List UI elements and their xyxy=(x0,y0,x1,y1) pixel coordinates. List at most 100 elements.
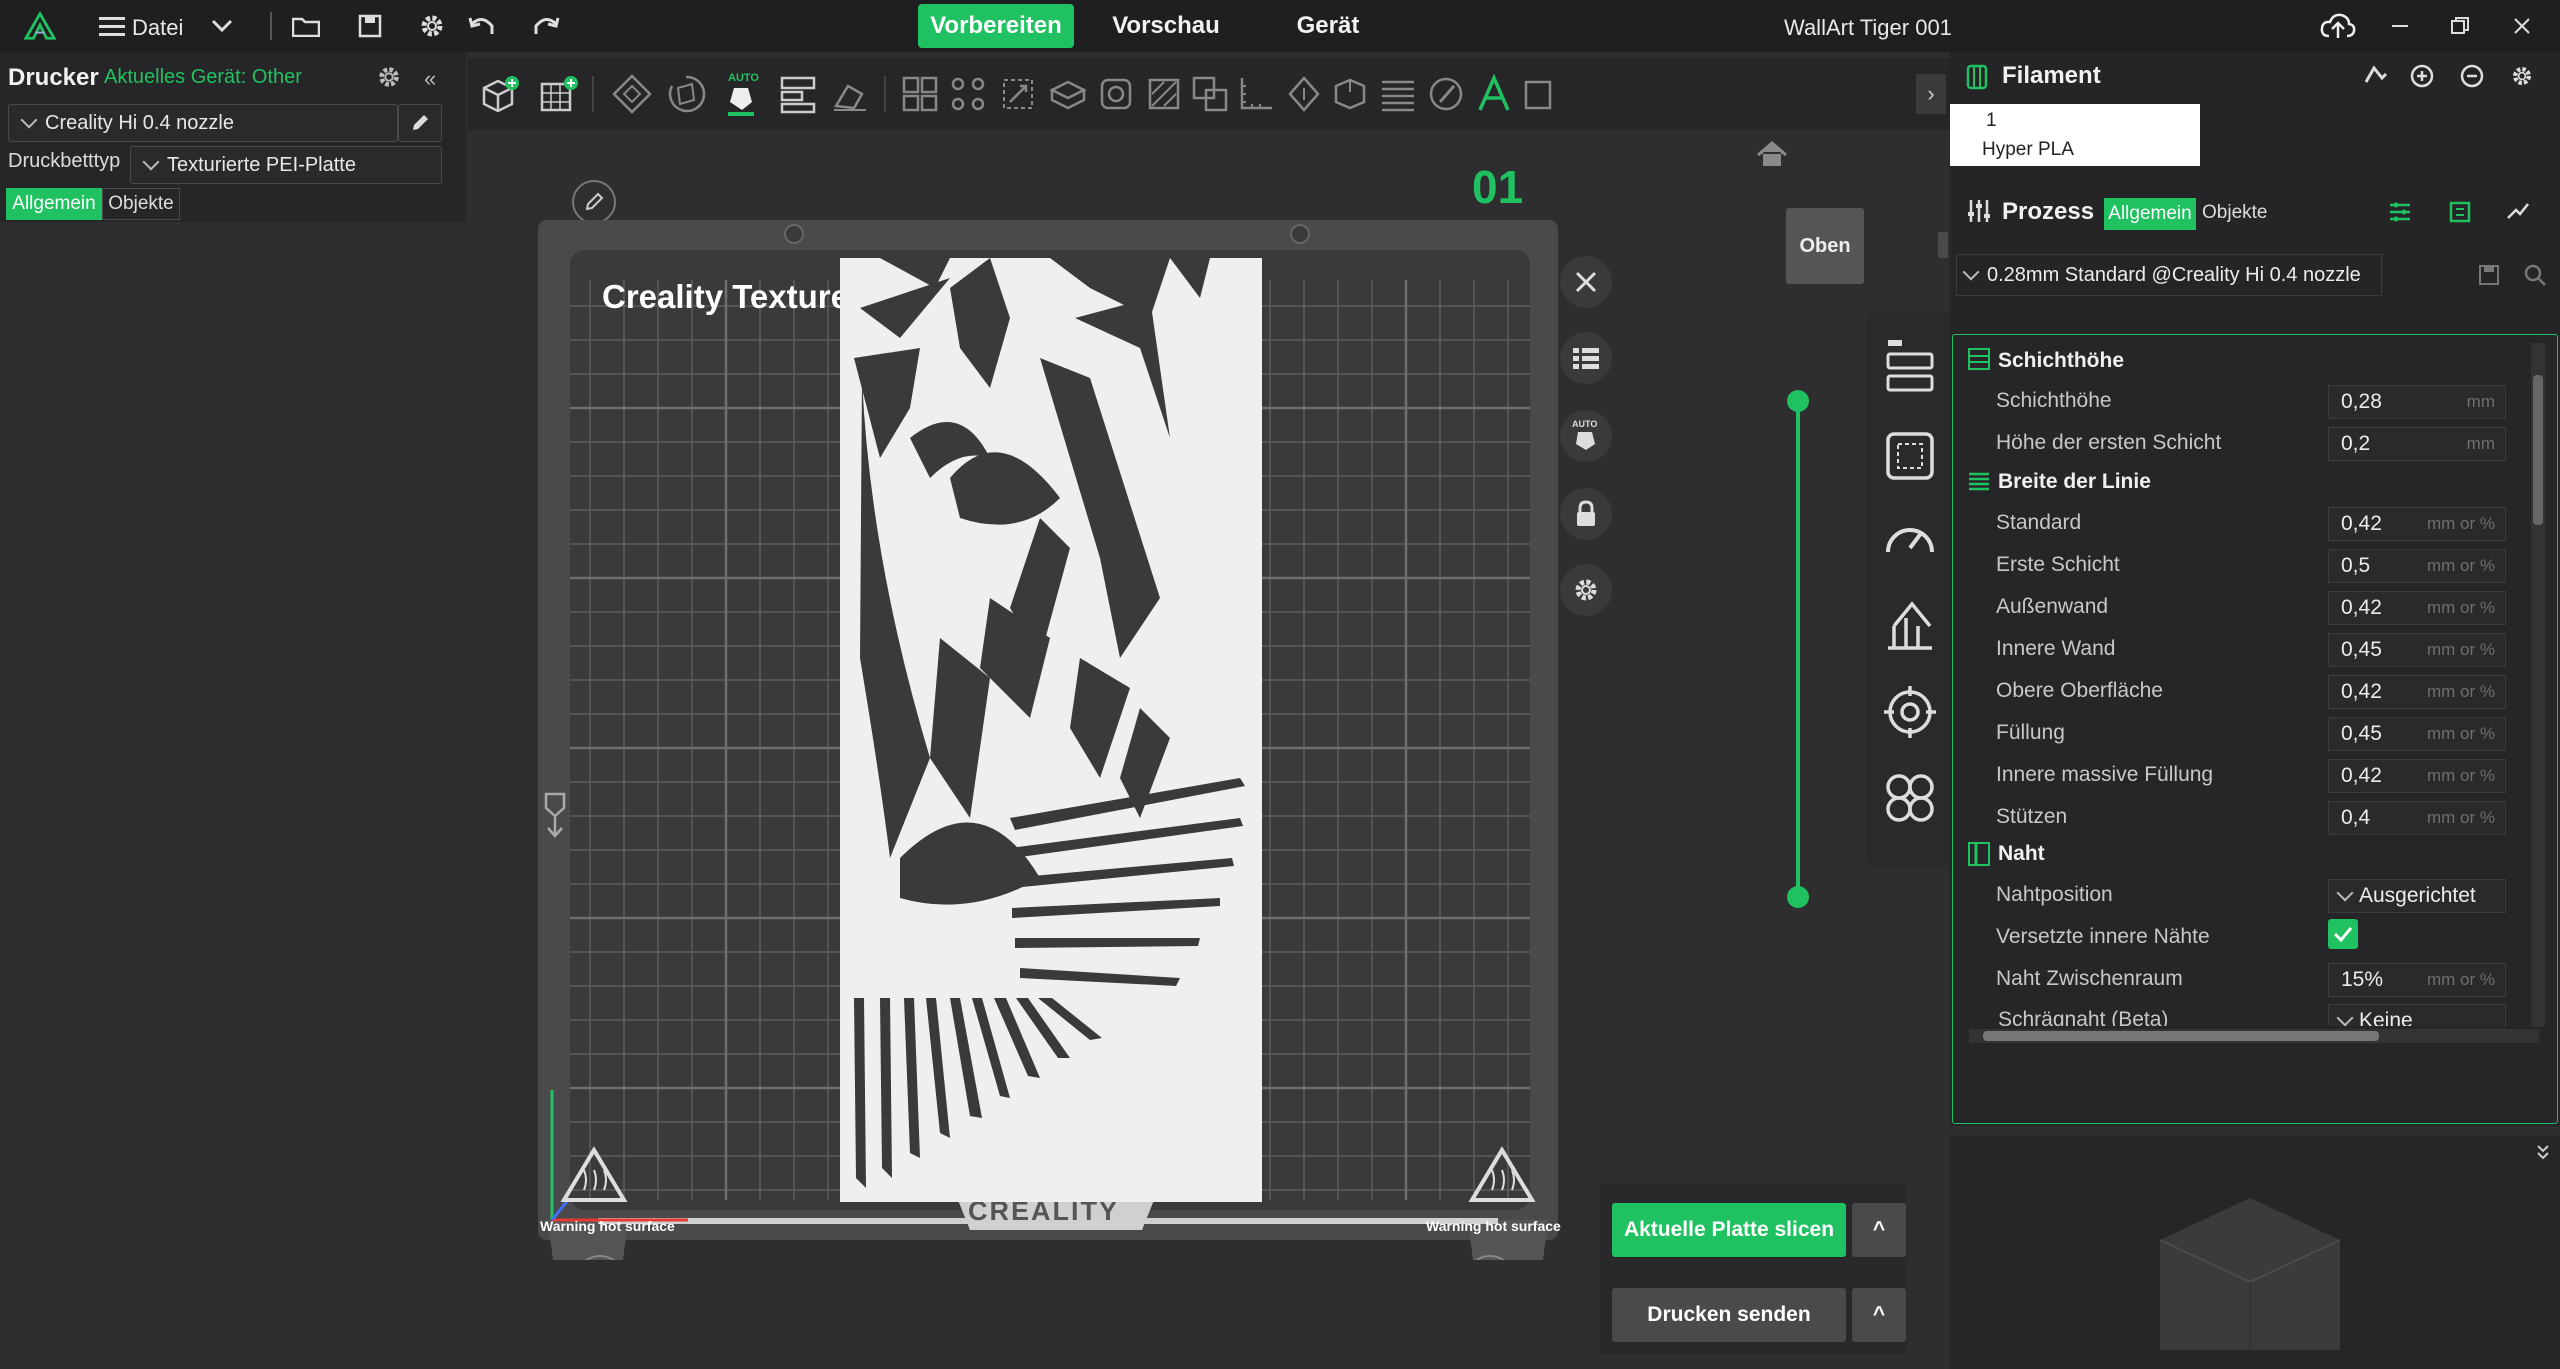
hamburger-menu-icon[interactable] xyxy=(96,10,128,42)
auto-arrange-plate-button[interactable]: AUTO xyxy=(1560,410,1612,462)
view-top-button[interactable]: Oben xyxy=(1786,208,1864,284)
hollow-icon[interactable] xyxy=(1090,68,1142,120)
remove-filament-icon[interactable] xyxy=(2460,64,2484,93)
variable-layer-icon[interactable] xyxy=(1372,68,1424,120)
text-tool-icon[interactable] xyxy=(1468,68,1520,120)
erase-icon[interactable] xyxy=(824,68,876,120)
line-width-inner-wall-input[interactable]: 0,45 mm or % xyxy=(2328,633,2506,667)
add-filament-icon[interactable] xyxy=(2410,64,2434,93)
open-folder-icon[interactable] xyxy=(290,10,322,42)
arrange-icon[interactable] xyxy=(772,68,824,120)
printer-settings-gear-icon[interactable] xyxy=(376,64,402,95)
quality-category-icon[interactable] xyxy=(1882,336,1938,401)
line-width-top-surface-input[interactable]: 0,42 mm or % xyxy=(2328,675,2506,709)
advanced-category-icon[interactable] xyxy=(1882,770,1938,831)
layer-slider-bottom-handle[interactable] xyxy=(1787,886,1809,908)
layer-height-input[interactable]: 0,28 mm xyxy=(2328,385,2506,419)
tab-vorschau[interactable]: Vorschau xyxy=(1100,4,1232,48)
cloud-upload-icon[interactable] xyxy=(2320,10,2356,42)
slice-plate-button[interactable]: Aktuelle Platte slicen xyxy=(1612,1203,1846,1257)
close-plate-button[interactable] xyxy=(1560,256,1612,308)
layer-slider-track[interactable] xyxy=(1796,400,1800,896)
tab-geraet[interactable]: Gerät xyxy=(1270,4,1386,48)
edit-plate-icon[interactable] xyxy=(572,180,616,224)
plate-settings-button[interactable] xyxy=(1560,564,1612,616)
auto-orient-icon[interactable] xyxy=(660,68,712,120)
others-category-icon[interactable] xyxy=(1882,684,1938,745)
cut-icon[interactable] xyxy=(1042,68,1094,120)
line-width-default-input[interactable]: 0,42 mm or % xyxy=(2328,507,2506,541)
undo-icon[interactable] xyxy=(466,10,498,42)
send-print-button[interactable]: Drucken senden xyxy=(1612,1288,1846,1342)
process-preset-select[interactable]: 0.28mm Standard @Creality Hi 0.4 nozzle xyxy=(1956,254,2382,296)
process-tab-objects[interactable]: Objekte xyxy=(2202,202,2267,224)
printer-tab-general[interactable]: Allgemein xyxy=(6,188,102,220)
scale-icon[interactable] xyxy=(992,68,1044,120)
creality-logo[interactable] xyxy=(24,10,56,42)
tab-vorbereiten[interactable]: Vorbereiten xyxy=(918,4,1074,48)
file-menu[interactable]: Datei xyxy=(132,15,183,41)
process-advanced-icon[interactable] xyxy=(2506,200,2530,229)
save-preset-icon[interactable] xyxy=(2478,264,2500,291)
layer-slider-top-handle[interactable] xyxy=(1787,390,1809,412)
process-tab-general[interactable]: Allgemein xyxy=(2104,198,2196,230)
assembly-icon[interactable] xyxy=(1324,68,1376,120)
save-icon[interactable] xyxy=(354,10,386,42)
scarf-seam-select[interactable]: Keine xyxy=(2328,1004,2506,1026)
send-options-button[interactable]: ^ xyxy=(1852,1288,1906,1342)
chevron-down-icon[interactable] xyxy=(206,10,238,42)
settings-scrollbar-thumb[interactable] xyxy=(2533,375,2543,525)
speed-category-icon[interactable] xyxy=(1882,512,1938,573)
panel-collapse-handle[interactable] xyxy=(1938,232,1948,258)
edit-printer-button[interactable] xyxy=(398,104,442,142)
lock-plate-button[interactable] xyxy=(1560,488,1612,540)
tiger-model[interactable] xyxy=(840,258,1262,1202)
settings-gear-icon[interactable] xyxy=(416,10,448,42)
toolbar-scroll-right-icon[interactable]: › xyxy=(1916,74,1946,114)
plate-list-button[interactable] xyxy=(1560,332,1612,384)
collapse-preview-icon[interactable] xyxy=(2536,1144,2550,1168)
support-paint-icon[interactable] xyxy=(1138,68,1190,120)
redo-icon[interactable] xyxy=(530,10,562,42)
seam-position-select[interactable]: Ausgerichtet xyxy=(2328,879,2506,913)
more-tools-icon[interactable] xyxy=(1514,68,1566,120)
auto-paint-icon[interactable]: AUTO xyxy=(716,68,768,120)
line-width-infill-input[interactable]: 0,45 mm or % xyxy=(2328,717,2506,751)
seam-paint-icon[interactable] xyxy=(1278,68,1330,120)
line-width-support-input[interactable]: 0,4 mm or % xyxy=(2328,801,2506,835)
line-width-first-layer-input[interactable]: 0,5 mm or % xyxy=(2328,549,2506,583)
filament-slot-card[interactable]: 1 Hyper PLA xyxy=(1950,104,2096,166)
collapse-panel-icon[interactable]: « xyxy=(424,66,436,92)
support-category-icon[interactable] xyxy=(1882,596,1938,657)
printer-tab-objects[interactable]: Objekte xyxy=(102,188,180,220)
home-view-icon[interactable] xyxy=(1756,140,1788,173)
minimize-icon[interactable] xyxy=(2384,10,2416,42)
first-layer-height-input[interactable]: 0,2 mm xyxy=(2328,427,2506,461)
auto-paint-icon: AUTO xyxy=(1572,419,1597,450)
measure-icon[interactable] xyxy=(1230,68,1282,120)
z-axis-icon[interactable] xyxy=(540,790,570,845)
line-width-internal-solid-input[interactable]: 0,42 mm or % xyxy=(2328,759,2506,793)
bed-type-select[interactable]: Texturierte PEI-Platte xyxy=(130,146,442,184)
search-settings-icon[interactable] xyxy=(2524,264,2546,291)
filament-sync-icon[interactable] xyxy=(2362,64,2388,93)
boolean-icon[interactable] xyxy=(1184,68,1236,120)
close-window-icon[interactable] xyxy=(2506,10,2538,42)
strength-category-icon[interactable] xyxy=(1882,428,1938,489)
process-compare-icon[interactable] xyxy=(2448,200,2472,229)
grid-layout-icon[interactable] xyxy=(894,68,946,120)
printer-select[interactable]: Creality Hi 0.4 nozzle xyxy=(8,104,398,142)
add-object-icon[interactable] xyxy=(474,68,526,120)
slice-options-button[interactable]: ^ xyxy=(1852,1203,1906,1257)
settings-h-scrollbar-thumb[interactable] xyxy=(1983,1031,2379,1041)
add-plate-icon[interactable] xyxy=(532,68,584,120)
filament-settings-gear-icon[interactable] xyxy=(2510,64,2534,93)
orient-icon[interactable] xyxy=(606,68,658,120)
restore-icon[interactable] xyxy=(2444,10,2476,42)
process-list-view-icon[interactable] xyxy=(2388,200,2412,229)
split-objects-icon[interactable] xyxy=(942,68,994,120)
line-width-outer-wall-input[interactable]: 0,42 mm or % xyxy=(2328,591,2506,625)
seam-gap-input[interactable]: 15% mm or % xyxy=(2328,963,2506,997)
staggered-seams-checkbox[interactable] xyxy=(2328,919,2358,949)
color-paint-icon[interactable] xyxy=(1420,68,1472,120)
